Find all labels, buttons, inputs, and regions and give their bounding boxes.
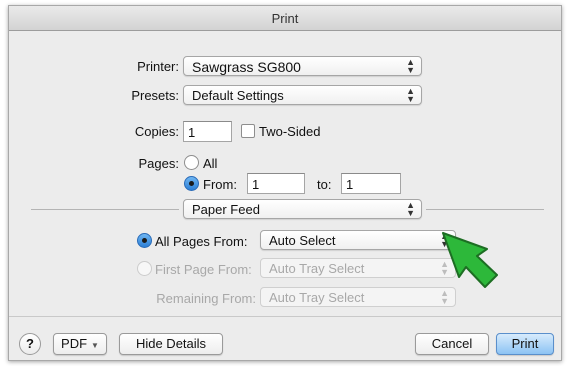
two-sided-checkbox[interactable]	[241, 124, 255, 138]
copies-label: Copies:	[134, 124, 179, 139]
pages-from-radio[interactable]	[184, 176, 199, 191]
chevron-down-icon: ▼	[91, 341, 99, 350]
section-separator-right	[426, 209, 544, 210]
all-pages-value: Auto Select	[269, 233, 336, 248]
section-popup[interactable]: Paper Feed ▲ ▼	[183, 199, 422, 219]
cancel-button[interactable]: Cancel	[415, 333, 489, 355]
hide-details-button[interactable]: Hide Details	[119, 333, 223, 355]
print-button[interactable]: Print	[496, 333, 554, 355]
copies-value: 1	[188, 125, 196, 140]
pages-from-label: From:	[203, 177, 237, 192]
pages-to-field[interactable]: 1	[341, 173, 401, 194]
first-page-value: Auto Tray Select	[269, 261, 365, 276]
two-sided-label: Two-Sided	[259, 124, 321, 139]
presets-popup[interactable]: Default Settings ▲ ▼	[183, 85, 422, 105]
up-down-arrows-icon: ▲▼	[406, 86, 415, 104]
green-arrow-cursor-icon	[442, 232, 498, 288]
remaining-popup[interactable]: Auto Tray Select ▲ ▼	[260, 287, 456, 307]
remaining-value: Auto Tray Select	[269, 290, 365, 305]
first-page-radio[interactable]	[137, 261, 152, 276]
up-down-arrows-icon: ▲▼	[440, 288, 449, 306]
section-separator-left	[31, 209, 179, 210]
presets-value: Default Settings	[192, 88, 284, 103]
all-pages-radio[interactable]	[137, 233, 152, 248]
pages-from-value: 1	[252, 177, 260, 192]
pdf-label: PDF	[61, 336, 88, 351]
window-title: Print	[9, 6, 561, 31]
remaining-label: Remaining From:	[156, 291, 256, 306]
copies-field[interactable]: 1	[183, 121, 232, 142]
first-page-popup[interactable]: Auto Tray Select ▲ ▼	[260, 258, 456, 278]
pages-all-label: All	[203, 156, 218, 171]
pages-to-label: to:	[317, 177, 332, 192]
pdf-menu-button[interactable]: PDF ▼	[53, 333, 107, 355]
section-value: Paper Feed	[192, 202, 260, 217]
first-page-label: First Page From:	[155, 262, 252, 277]
printer-value: Sawgrass SG800	[192, 59, 301, 75]
print-dialog: Print Printer: Sawgrass SG800 ▲ ▼ Presets…	[8, 5, 562, 361]
up-down-arrows-icon: ▲▼	[406, 200, 415, 218]
pages-from-field[interactable]: 1	[247, 173, 305, 194]
pages-to-value: 1	[346, 177, 354, 192]
help-button[interactable]: ?	[19, 333, 41, 355]
up-down-arrows-icon: ▲▼	[406, 57, 415, 75]
all-pages-label: All Pages From:	[155, 234, 248, 249]
pages-all-radio[interactable]	[184, 155, 199, 170]
printer-label: Printer:	[137, 59, 179, 74]
presets-label: Presets:	[131, 88, 179, 103]
pages-label: Pages:	[138, 156, 179, 171]
all-pages-popup[interactable]: Auto Select ▲▼	[260, 230, 456, 250]
footer-divider	[9, 316, 561, 317]
printer-popup[interactable]: Sawgrass SG800 ▲ ▼	[183, 56, 422, 76]
